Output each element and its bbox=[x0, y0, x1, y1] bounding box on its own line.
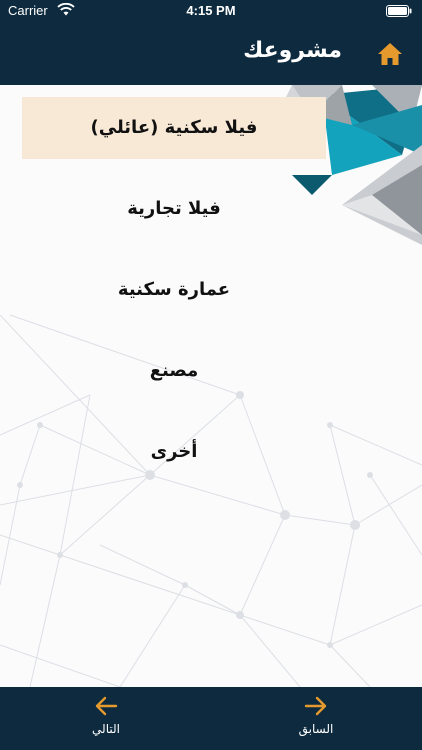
content-area: فيلا سكنية (عائلي) فيلا تجارية عمارة سكن… bbox=[0, 85, 422, 687]
option-residential-building[interactable]: عمارة سكنية bbox=[22, 259, 326, 321]
option-family-villa[interactable]: فيلا سكنية (عائلي) bbox=[22, 97, 326, 159]
home-icon bbox=[378, 43, 402, 65]
app-header: Carrier 4:15 PM مشروعك bbox=[0, 0, 422, 85]
arrow-left-icon bbox=[95, 696, 118, 716]
bottom-nav: التالي السابق bbox=[0, 687, 422, 750]
arrow-right-icon bbox=[304, 696, 327, 716]
next-button[interactable]: التالي bbox=[66, 695, 146, 743]
status-time: 4:15 PM bbox=[186, 3, 236, 18]
battery-icon bbox=[386, 5, 412, 21]
page-title: مشروعك bbox=[243, 38, 342, 63]
previous-button[interactable]: السابق bbox=[276, 695, 356, 743]
option-commercial-villa[interactable]: فيلا تجارية bbox=[22, 178, 326, 240]
home-button[interactable] bbox=[376, 40, 404, 68]
option-factory[interactable]: مصنع bbox=[22, 340, 326, 402]
next-label: التالي bbox=[92, 722, 120, 736]
option-other[interactable]: أخرى bbox=[22, 421, 326, 483]
status-bar: Carrier 4:15 PM bbox=[0, 0, 422, 22]
previous-label: السابق bbox=[298, 722, 334, 736]
